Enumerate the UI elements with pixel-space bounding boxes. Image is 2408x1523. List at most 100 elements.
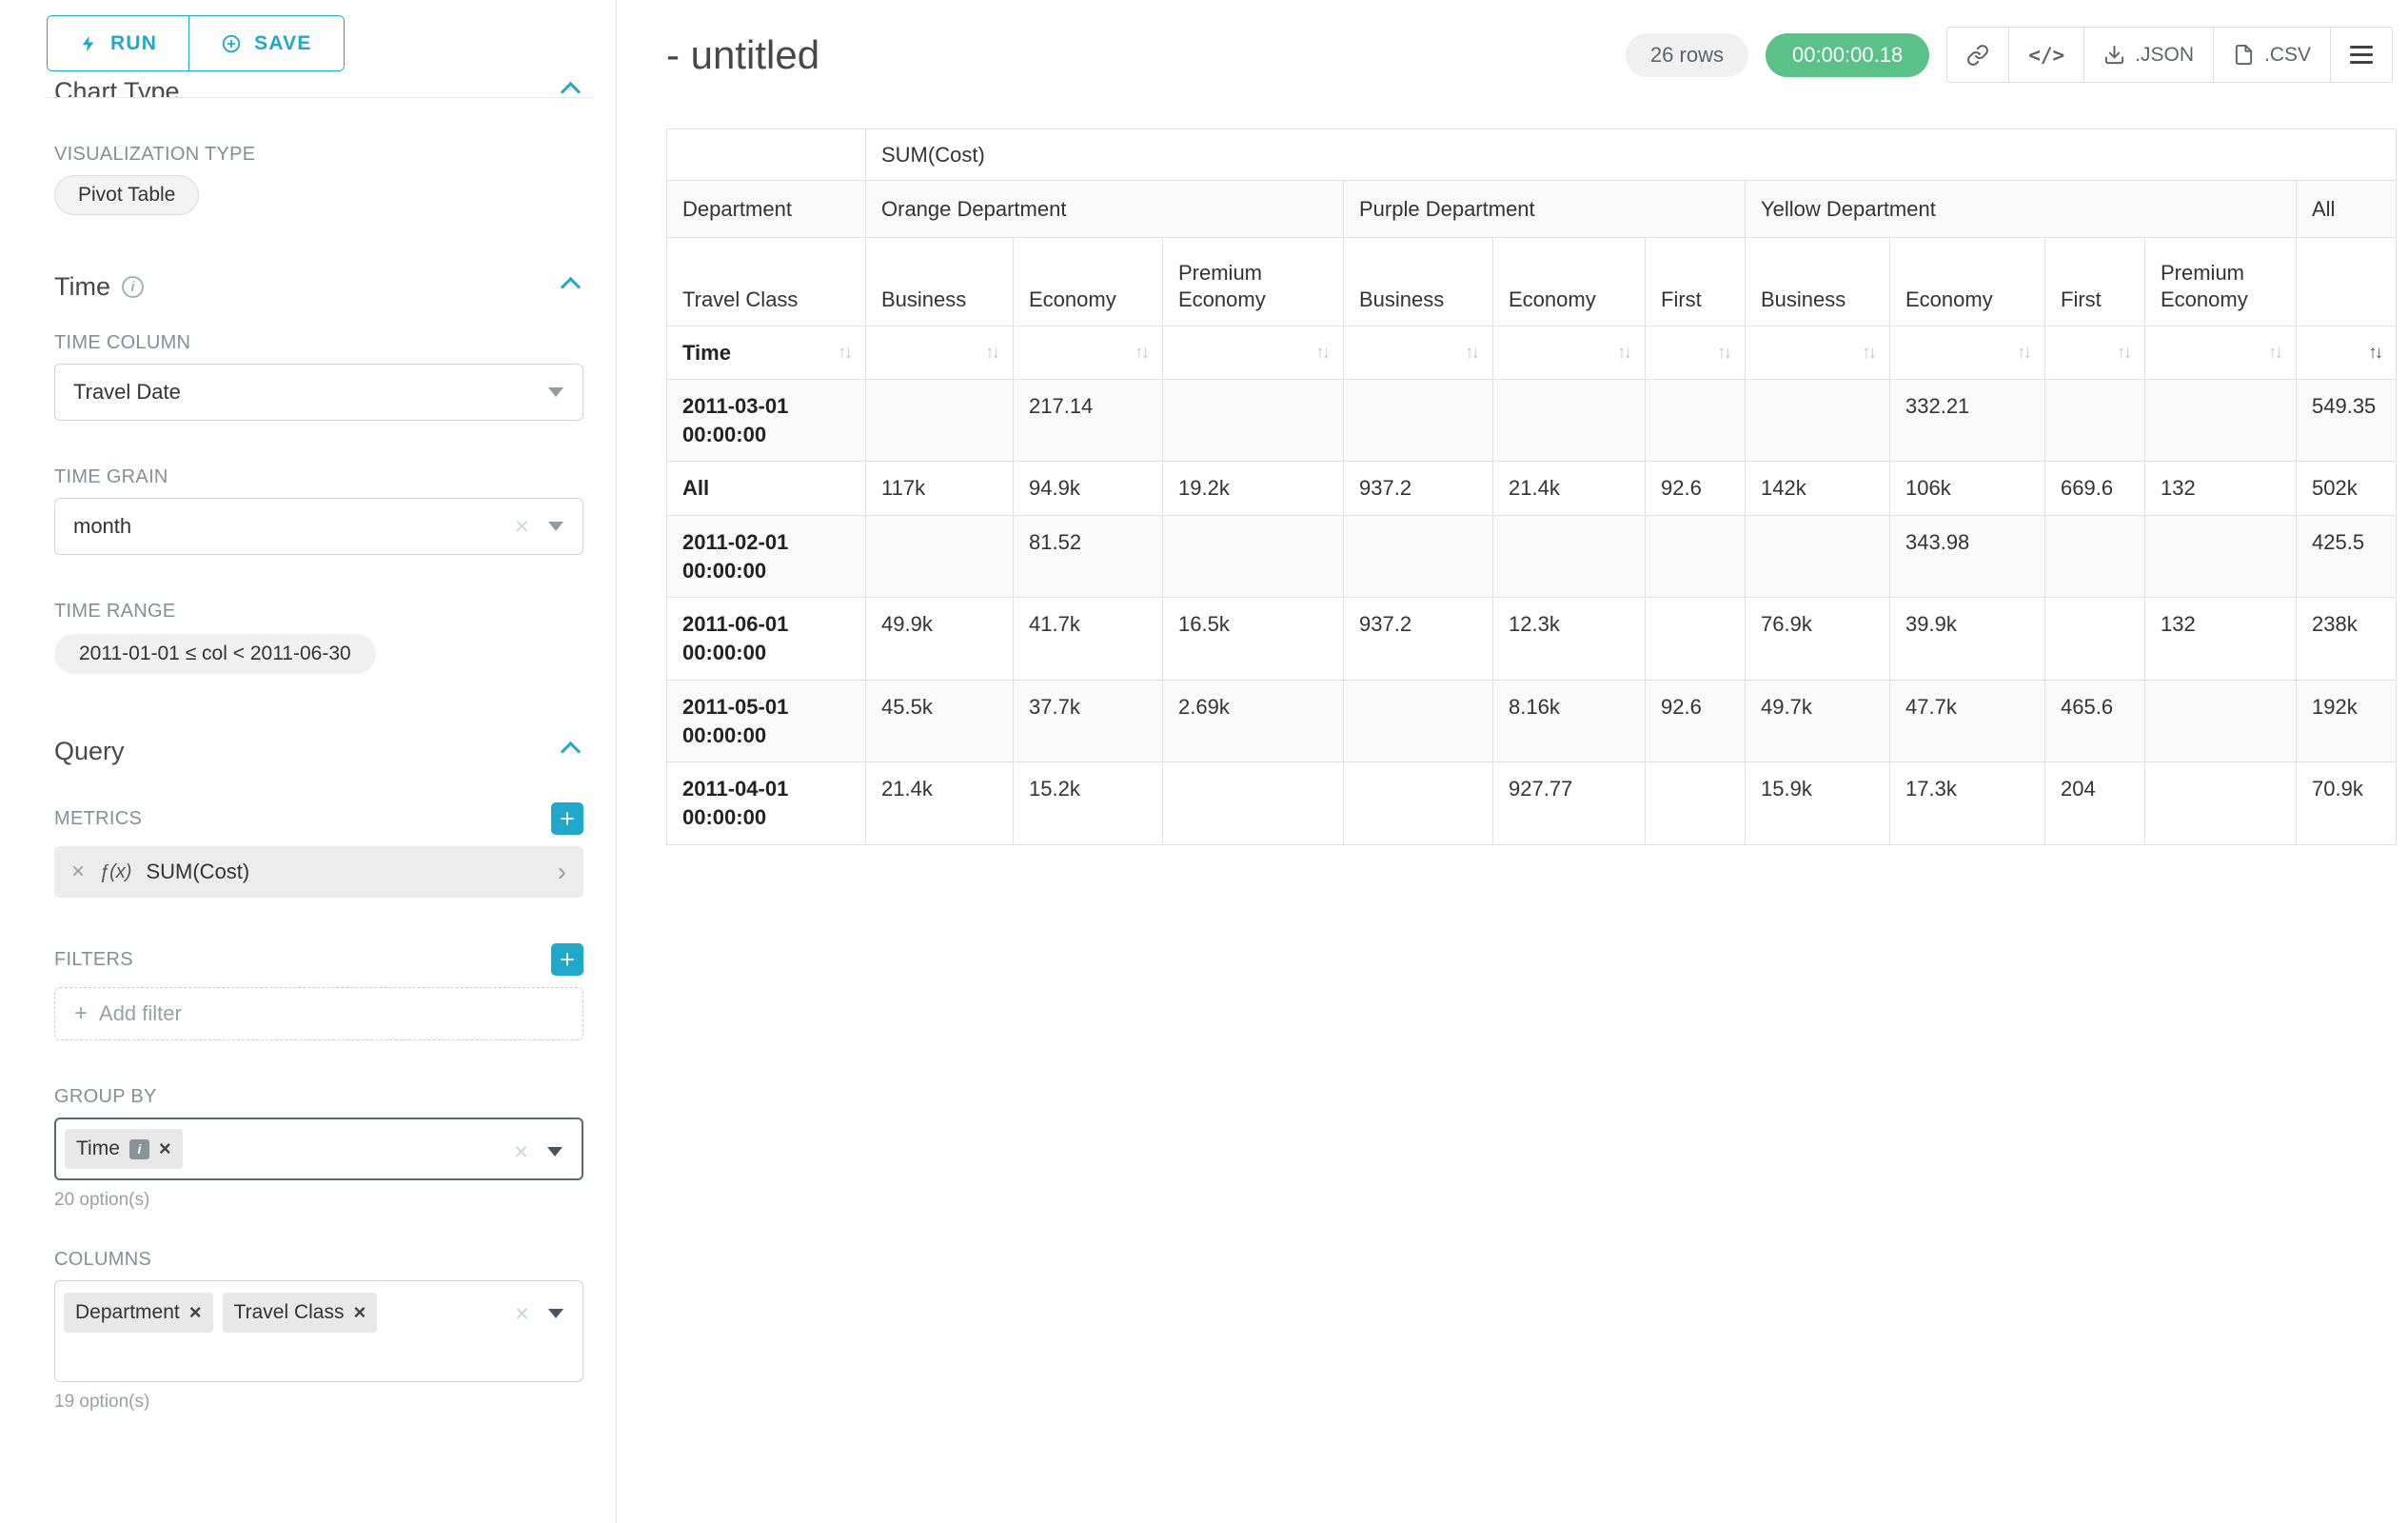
add-metric-button[interactable]: + (551, 802, 583, 835)
sort-icon[interactable]: ↑↓ (1135, 343, 1147, 364)
chart-type-heading: Chart Type (54, 77, 180, 97)
pivot-row: 2011-03-01 00:00:00217.14332.21549.35 (667, 380, 2397, 462)
columns-select[interactable]: Department × Travel Class × × (54, 1280, 583, 1382)
sort-header-flex: ↑↓ (1661, 343, 1729, 364)
clear-icon[interactable]: × (515, 1299, 529, 1329)
value-cell: 21.4k (866, 762, 1014, 844)
department-header-cell: Department (667, 181, 866, 238)
sort-icon[interactable]: ↑↓ (2117, 343, 2129, 364)
run-button[interactable]: RUN (48, 16, 188, 70)
value-cell: 132 (2145, 598, 2297, 680)
row-label-cell: All (667, 462, 866, 516)
sort-icon[interactable]: ↑↓ (2368, 343, 2380, 364)
sort-header-cell: ↑↓ (1014, 326, 1163, 380)
sort-icon[interactable]: ↑↓ (2268, 343, 2280, 364)
value-cell (1344, 516, 1493, 598)
value-cell (1646, 380, 1746, 462)
chip-label: Time (76, 1137, 120, 1160)
chart-type-section-header[interactable]: Chart Type (54, 71, 583, 97)
sort-icon[interactable]: ↑↓ (1717, 343, 1729, 364)
metric-option[interactable]: × ƒ(x) SUM(Cost) › (54, 846, 583, 898)
chevron-up-icon[interactable] (561, 742, 581, 762)
sort-icon[interactable]: ↑↓ (1617, 343, 1629, 364)
columns-chip[interactable]: Travel Class × (223, 1293, 378, 1333)
copy-link-button[interactable] (1946, 27, 2009, 83)
value-cell (866, 380, 1014, 462)
chevron-down-icon[interactable] (547, 1147, 563, 1157)
columns-chip[interactable]: Department × (64, 1293, 213, 1333)
sort-header-flex: ↑↓ (1761, 343, 1874, 364)
chevron-up-icon[interactable] (561, 82, 581, 97)
time-header-cell: Time ↑↓ (667, 326, 866, 380)
chevron-up-icon[interactable] (561, 277, 581, 297)
row-label-cell: 2011-03-01 00:00:00 (667, 380, 866, 462)
chart-action-buttons: </> .JSON .CSV (1946, 27, 2393, 83)
add-filter-button[interactable]: + Add filter (54, 987, 583, 1040)
value-cell (2045, 516, 2145, 598)
sort-icon[interactable]: ↑↓ (838, 343, 850, 364)
value-cell: 49.9k (866, 598, 1014, 680)
sort-header-flex: ↑↓ (2161, 343, 2280, 364)
clear-icon[interactable]: × (515, 512, 529, 542)
time-section-header[interactable]: Time i (54, 247, 583, 311)
group-by-chip[interactable]: Time i × (65, 1129, 183, 1169)
sort-icon[interactable]: ↑↓ (1862, 343, 1874, 364)
time-range-pill[interactable]: 2011-01-01 ≤ col < 2011-06-30 (54, 634, 376, 674)
remove-chip-icon[interactable]: × (159, 1137, 171, 1161)
chart-header-right: 26 rows 00:00:00.18 </> .JSON . (1626, 27, 2393, 83)
value-cell: 937.2 (1344, 598, 1493, 680)
value-cell: 142k (1746, 462, 1890, 516)
time-header-label: Time (682, 341, 731, 366)
metric-name: SUM(Cost) (146, 860, 249, 884)
sort-icon[interactable]: ↑↓ (985, 343, 997, 364)
sort-header-cell: ↑↓ (1344, 326, 1493, 380)
department-group-header: All (2297, 181, 2397, 238)
remove-chip-icon[interactable]: × (189, 1300, 202, 1325)
value-cell: 16.5k (1163, 598, 1344, 680)
time-grain-select[interactable]: month × (54, 498, 583, 555)
chevron-down-icon[interactable] (548, 1309, 563, 1318)
chevron-down-icon (548, 387, 563, 397)
value-cell: 76.9k (1746, 598, 1890, 680)
value-cell: 502k (2297, 462, 2397, 516)
value-cell: 15.9k (1746, 762, 1890, 844)
visualization-type-pill[interactable]: Pivot Table (54, 175, 199, 215)
value-cell: 106k (1890, 462, 2045, 516)
value-cell (2045, 380, 2145, 462)
department-group-header: Orange Department (866, 181, 1344, 238)
filters-label: FILTERS (54, 949, 133, 971)
control-panel-scroll[interactable]: Chart Type VISUALIZATION TYPE Pivot Tabl… (0, 71, 616, 1523)
sort-header-cell: ↑↓ (866, 326, 1014, 380)
clear-icon[interactable]: × (514, 1137, 528, 1167)
plus-icon: + (74, 1000, 88, 1027)
download-csv-button[interactable]: .CSV (2213, 27, 2331, 83)
sort-icon[interactable]: ↑↓ (1465, 343, 1477, 364)
class-header-cell (2297, 238, 2397, 326)
chart-menu-button[interactable] (2330, 27, 2393, 83)
view-query-button[interactable]: </> (2008, 27, 2084, 83)
row-count-badge: 26 rows (1626, 33, 1748, 77)
query-section-header[interactable]: Query (54, 712, 583, 776)
add-filter-label: Add filter (99, 1001, 182, 1026)
add-filter-plus-button[interactable]: + (551, 943, 583, 976)
time-column-select[interactable]: Travel Date (54, 364, 583, 421)
value-cell (1493, 380, 1646, 462)
value-cell: 92.6 (1646, 462, 1746, 516)
value-cell: 45.5k (866, 680, 1014, 762)
info-icon: i (129, 1139, 149, 1159)
sort-icon[interactable]: ↑↓ (1315, 343, 1328, 364)
download-json-button[interactable]: .JSON (2083, 27, 2214, 83)
remove-metric-icon[interactable]: × (71, 859, 85, 885)
sort-icon[interactable]: ↑↓ (2017, 343, 2029, 364)
time-range-label: TIME RANGE (54, 601, 583, 623)
save-button[interactable]: SAVE (188, 16, 343, 70)
department-group-header: Yellow Department (1746, 181, 2297, 238)
value-cell: 37.7k (1014, 680, 1163, 762)
remove-chip-icon[interactable]: × (354, 1300, 366, 1325)
group-by-select[interactable]: Time i × × (54, 1118, 583, 1180)
chevron-right-icon[interactable]: › (558, 859, 566, 885)
value-cell: 70.9k (2297, 762, 2397, 844)
sort-header-cell: ↑↓ (2297, 326, 2397, 380)
pivot-row: All117k94.9k19.2k937.221.4k92.6142k106k6… (667, 462, 2397, 516)
value-cell (1344, 680, 1493, 762)
